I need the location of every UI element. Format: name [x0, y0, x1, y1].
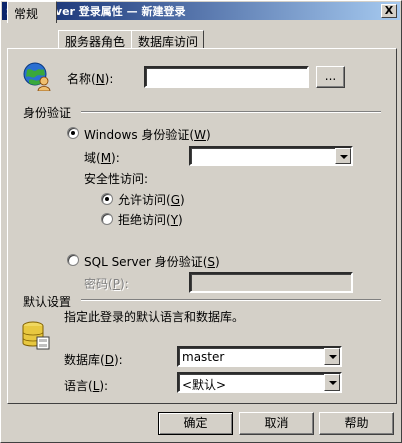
default-language-select[interactable]: <默认> [177, 372, 342, 393]
domain-select[interactable] [189, 146, 353, 166]
help-button[interactable]: 帮助 [319, 412, 394, 435]
name-label: 名称(N): [67, 72, 114, 86]
default-language-value: <默认> [182, 378, 227, 392]
defaults-section-divider [81, 299, 381, 301]
windows-auth-radio[interactable] [67, 127, 79, 139]
close-icon[interactable]: X [381, 4, 397, 18]
sql-auth-radio[interactable] [67, 254, 79, 266]
grant-access-radio[interactable] [101, 193, 113, 205]
default-database-select[interactable]: master [177, 346, 342, 367]
windows-auth-label[interactable]: Windows 身份验证(W) [84, 126, 211, 143]
tab-general[interactable]: 常规 [7, 1, 57, 23]
tab-database-access[interactable]: 数据库访问 [131, 30, 204, 49]
language-label: 语言(L): [64, 379, 109, 393]
login-properties-dialog: SQL Server 登录属性 — 新建登录 X 常规 服务器角色 数据库访问 … [0, 0, 402, 443]
ok-button[interactable]: 确定 [158, 412, 233, 435]
auth-section-divider [81, 111, 381, 113]
sql-auth-label[interactable]: SQL Server 身份验证(S) [84, 253, 220, 270]
database-label: 数据库(D): [64, 353, 123, 367]
chevron-down-icon[interactable] [324, 348, 340, 365]
chevron-down-icon[interactable] [324, 374, 340, 391]
password-label: 密码(P): [84, 277, 129, 291]
browse-button[interactable]: ... [316, 66, 345, 88]
database-defaults-icon [22, 321, 50, 350]
auth-section-label: 身份验证 [23, 106, 72, 120]
defaults-description: 指定此登录的默认语言和数据库。 [64, 310, 245, 324]
login-user-globe-icon [23, 62, 51, 91]
tab-server-roles[interactable]: 服务器角色 [58, 30, 132, 49]
cancel-button[interactable]: 取消 [239, 412, 314, 435]
tab-database-access-label: 数据库访问 [138, 35, 199, 49]
deny-access-label[interactable]: 拒绝访问(Y) [118, 211, 183, 228]
deny-access-radio[interactable] [101, 213, 113, 225]
name-input[interactable] [144, 66, 309, 88]
domain-label: 域(M): [84, 151, 120, 165]
security-access-label: 安全性访问: [84, 172, 149, 186]
tab-server-roles-label: 服务器角色 [65, 35, 126, 49]
tab-general-label: 常规 [14, 7, 39, 21]
chevron-down-icon[interactable] [335, 148, 351, 164]
title-bar[interactable]: SQL Server 登录属性 — 新建登录 X [2, 2, 400, 20]
password-input[interactable] [189, 272, 353, 293]
default-database-value: master [182, 350, 225, 364]
grant-access-label[interactable]: 允许访问(G) [118, 191, 185, 208]
